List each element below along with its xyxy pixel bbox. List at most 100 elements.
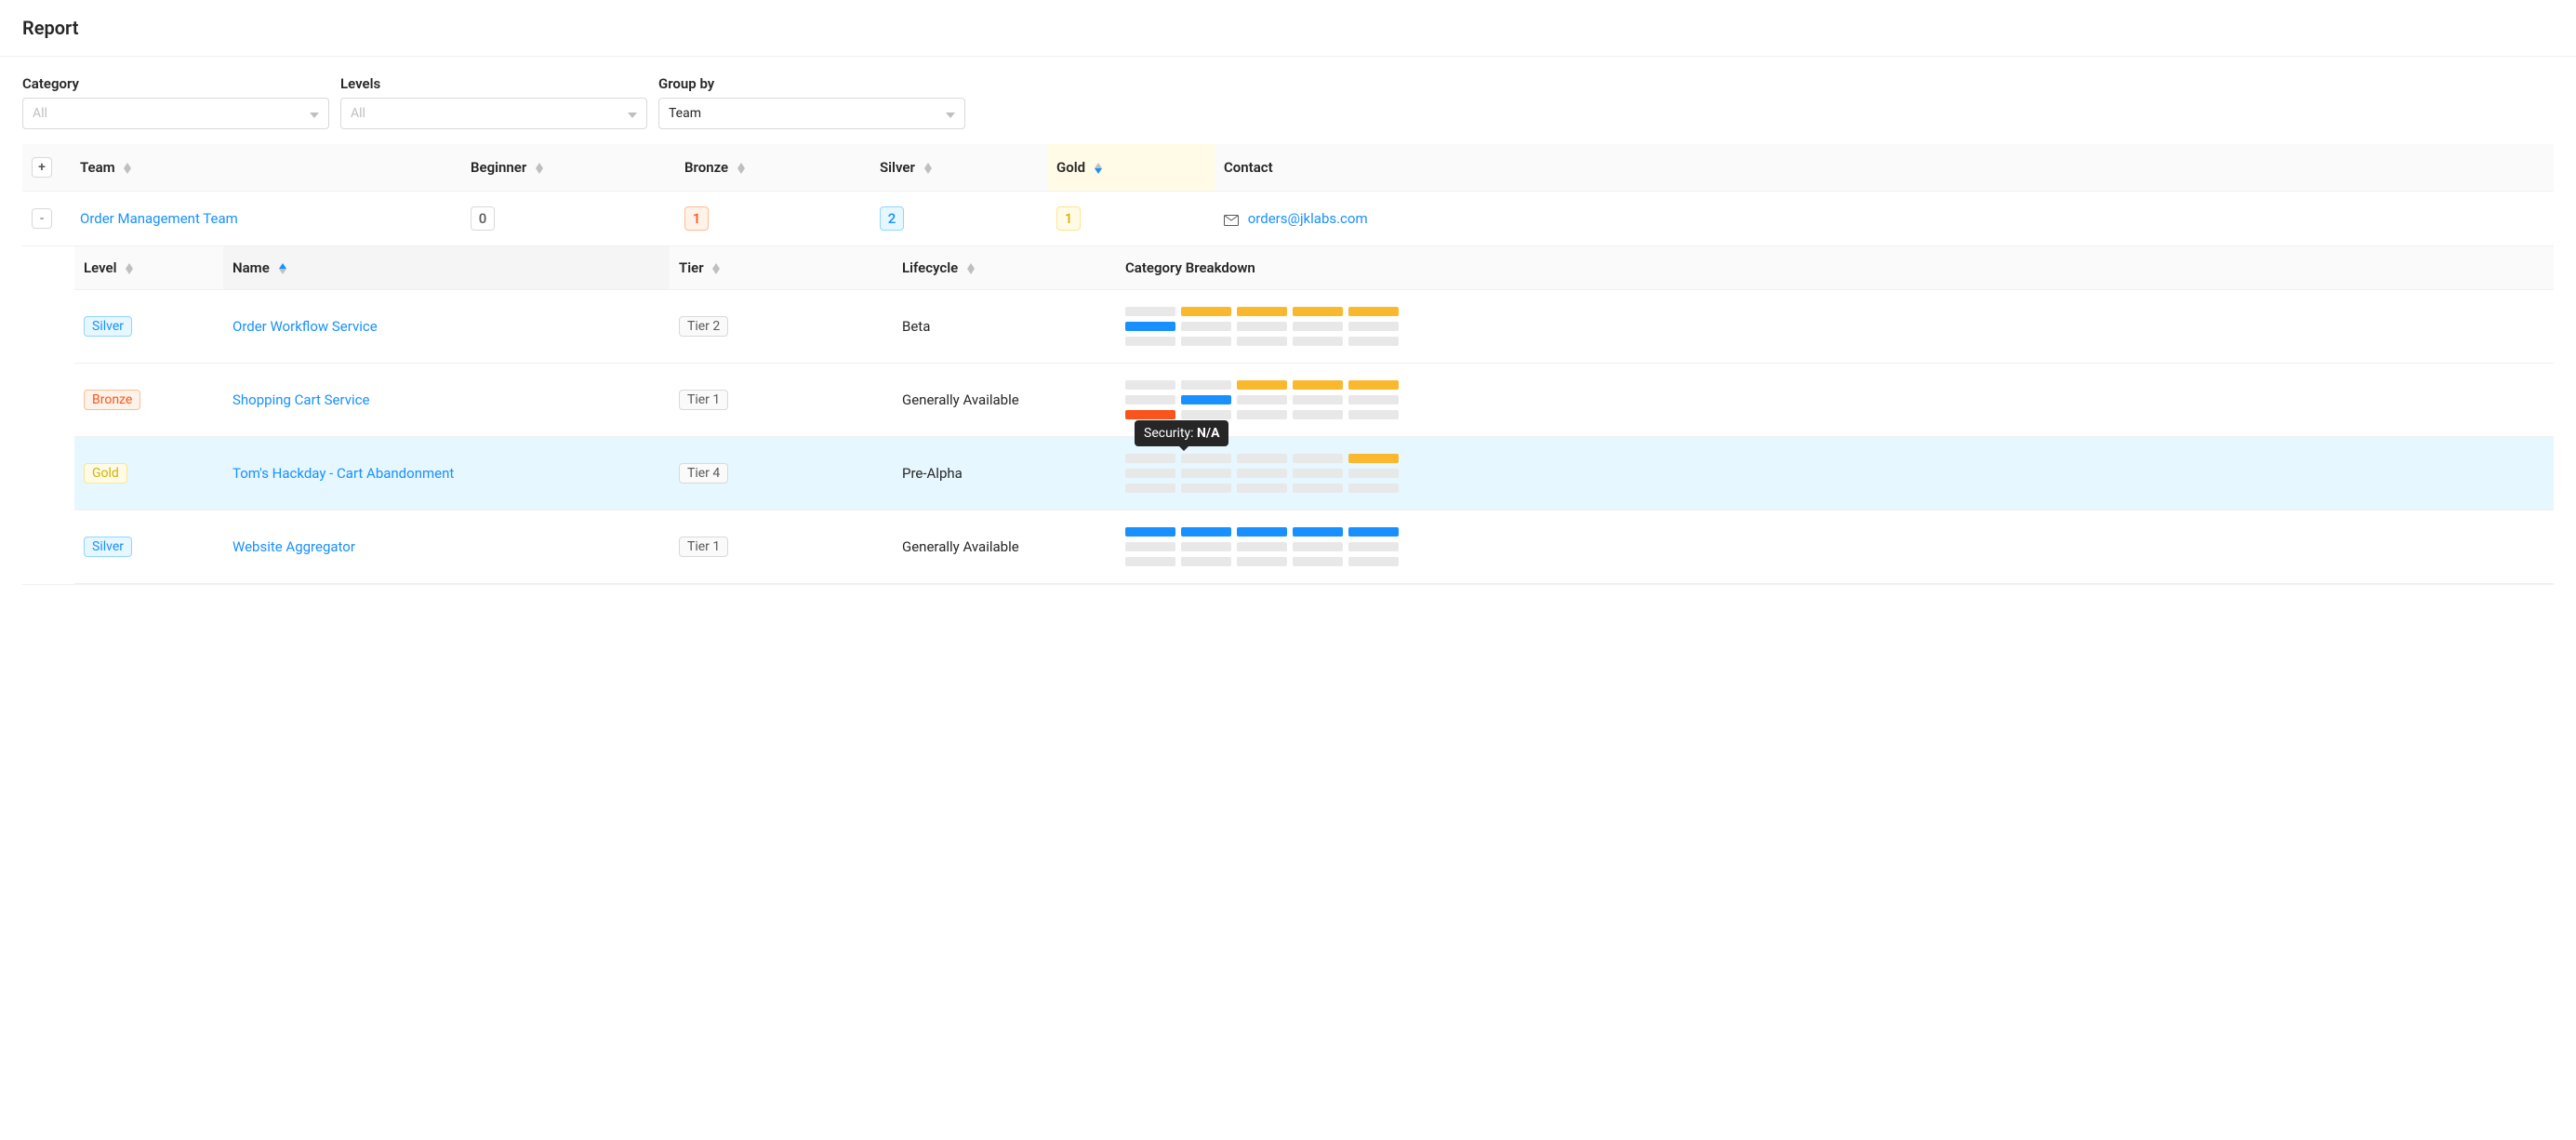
- breakdown-cell[interactable]: [1181, 469, 1231, 478]
- breakdown-cell[interactable]: [1293, 527, 1343, 537]
- breakdown-cell[interactable]: [1125, 527, 1175, 537]
- col-contact-label: Contact: [1224, 159, 1273, 176]
- category-select[interactable]: All: [22, 98, 329, 129]
- breakdown-cell[interactable]: [1125, 395, 1175, 404]
- breakdown-cell[interactable]: [1237, 410, 1287, 419]
- breakdown-cell[interactable]: [1237, 527, 1287, 537]
- breakdown-cell[interactable]: [1125, 322, 1175, 331]
- breakdown-cell[interactable]: [1181, 307, 1231, 316]
- breakdown-cell[interactable]: [1237, 484, 1287, 493]
- col-expand: +: [22, 144, 71, 192]
- breakdown-cell[interactable]: [1348, 454, 1399, 463]
- breakdown-cell[interactable]: [1237, 542, 1287, 551]
- breakdown-cell[interactable]: [1125, 469, 1175, 478]
- col-team[interactable]: Team: [71, 144, 461, 192]
- breakdown-cell[interactable]: [1348, 380, 1399, 390]
- service-link[interactable]: Order Workflow Service: [232, 318, 378, 335]
- breakdown-cell[interactable]: [1125, 307, 1175, 316]
- main-table: + Team Beginner Bron: [0, 144, 2576, 585]
- breakdown-cell[interactable]: [1348, 484, 1399, 493]
- breakdown-cell[interactable]: [1181, 527, 1231, 537]
- breakdown-cell[interactable]: [1348, 527, 1399, 537]
- detail-row: Level Name: [22, 246, 2554, 585]
- category-breakdown[interactable]: [1125, 380, 1423, 419]
- breakdown-cell[interactable]: [1348, 410, 1399, 419]
- breakdown-cell[interactable]: [1293, 557, 1343, 566]
- breakdown-cell[interactable]: [1237, 322, 1287, 331]
- col-name[interactable]: Name: [223, 246, 670, 290]
- breakdown-cell[interactable]: [1348, 469, 1399, 478]
- breakdown-cell[interactable]: [1237, 337, 1287, 346]
- breakdown-cell[interactable]: [1293, 410, 1343, 419]
- col-level[interactable]: Level: [74, 246, 223, 290]
- breakdown-cell[interactable]: [1293, 395, 1343, 404]
- breakdown-cell[interactable]: [1125, 410, 1175, 419]
- breakdown-cell[interactable]: [1293, 454, 1343, 463]
- breakdown-cell[interactable]: [1125, 542, 1175, 551]
- breakdown-cell[interactable]: [1181, 542, 1231, 551]
- team-link[interactable]: Order Management Team: [80, 210, 238, 227]
- breakdown-cell[interactable]: [1181, 380, 1231, 390]
- breakdown-cell[interactable]: [1237, 557, 1287, 566]
- breakdown-cell[interactable]: [1125, 337, 1175, 346]
- breakdown-cell[interactable]: [1181, 322, 1231, 331]
- breakdown-cell[interactable]: [1181, 410, 1231, 419]
- col-lifecycle[interactable]: Lifecycle: [893, 246, 1116, 290]
- page-title: Report: [22, 17, 2554, 39]
- breakdown-cell[interactable]: [1237, 469, 1287, 478]
- breakdown-cell[interactable]: [1348, 307, 1399, 316]
- breakdown-cell[interactable]: [1348, 557, 1399, 566]
- expand-all-button[interactable]: +: [32, 157, 52, 178]
- breakdown-cell[interactable]: [1237, 380, 1287, 390]
- contact-link[interactable]: orders@jklabs.com: [1248, 210, 1368, 227]
- service-link[interactable]: Tom's Hackday - Cart Abandonment: [232, 465, 454, 482]
- chevron-down-icon: [946, 109, 955, 118]
- service-link[interactable]: Shopping Cart Service: [232, 391, 369, 408]
- beginner-count: 0: [471, 206, 495, 231]
- col-silver[interactable]: Silver: [870, 144, 1047, 192]
- breakdown-cell[interactable]: [1348, 337, 1399, 346]
- col-gold[interactable]: Gold: [1047, 144, 1215, 192]
- breakdown-cell[interactable]: [1125, 484, 1175, 493]
- breakdown-cell[interactable]: [1237, 307, 1287, 316]
- breakdown-cell[interactable]: [1293, 469, 1343, 478]
- breakdown-cell[interactable]: [1237, 454, 1287, 463]
- col-beginner[interactable]: Beginner: [461, 144, 675, 192]
- filter-levels: Levels All: [340, 75, 647, 129]
- col-level-label: Level: [84, 259, 116, 276]
- level-tag: Silver: [84, 537, 132, 557]
- col-bronze[interactable]: Bronze: [675, 144, 870, 192]
- breakdown-cell[interactable]: [1293, 337, 1343, 346]
- groupby-select[interactable]: Team: [658, 98, 965, 129]
- sort-icon: [1095, 163, 1102, 174]
- breakdown-cell[interactable]: [1181, 454, 1231, 463]
- service-link[interactable]: Website Aggregator: [232, 538, 355, 555]
- category-breakdown[interactable]: [1125, 307, 1423, 346]
- breakdown-cell[interactable]: [1125, 557, 1175, 566]
- level-tag: Gold: [84, 463, 127, 484]
- category-breakdown[interactable]: [1125, 527, 1423, 566]
- sort-icon: [126, 263, 133, 274]
- breakdown-cell[interactable]: [1181, 557, 1231, 566]
- breakdown-cell[interactable]: [1181, 484, 1231, 493]
- col-tier[interactable]: Tier: [670, 246, 893, 290]
- breakdown-cell[interactable]: [1348, 395, 1399, 404]
- breakdown-cell[interactable]: [1237, 395, 1287, 404]
- category-breakdown[interactable]: Security: N/A: [1125, 454, 1423, 493]
- breakdown-cell[interactable]: [1348, 542, 1399, 551]
- col-team-label: Team: [80, 159, 115, 176]
- breakdown-cell[interactable]: [1293, 380, 1343, 390]
- breakdown-cell[interactable]: [1293, 322, 1343, 331]
- breakdown-cell[interactable]: [1125, 454, 1175, 463]
- breakdown-cell[interactable]: [1293, 307, 1343, 316]
- breakdown-cell[interactable]: [1181, 395, 1231, 404]
- breakdown-cell[interactable]: [1125, 380, 1175, 390]
- breakdown-cell[interactable]: [1348, 322, 1399, 331]
- collapse-row-button[interactable]: -: [32, 208, 52, 229]
- breakdown-cell[interactable]: [1293, 542, 1343, 551]
- detail-row-item: SilverOrder Workflow ServiceTier 2Beta: [74, 290, 2554, 364]
- levels-select[interactable]: All: [340, 98, 647, 129]
- breakdown-cell[interactable]: [1181, 337, 1231, 346]
- breakdown-cell[interactable]: [1293, 484, 1343, 493]
- filter-levels-label: Levels: [340, 75, 647, 92]
